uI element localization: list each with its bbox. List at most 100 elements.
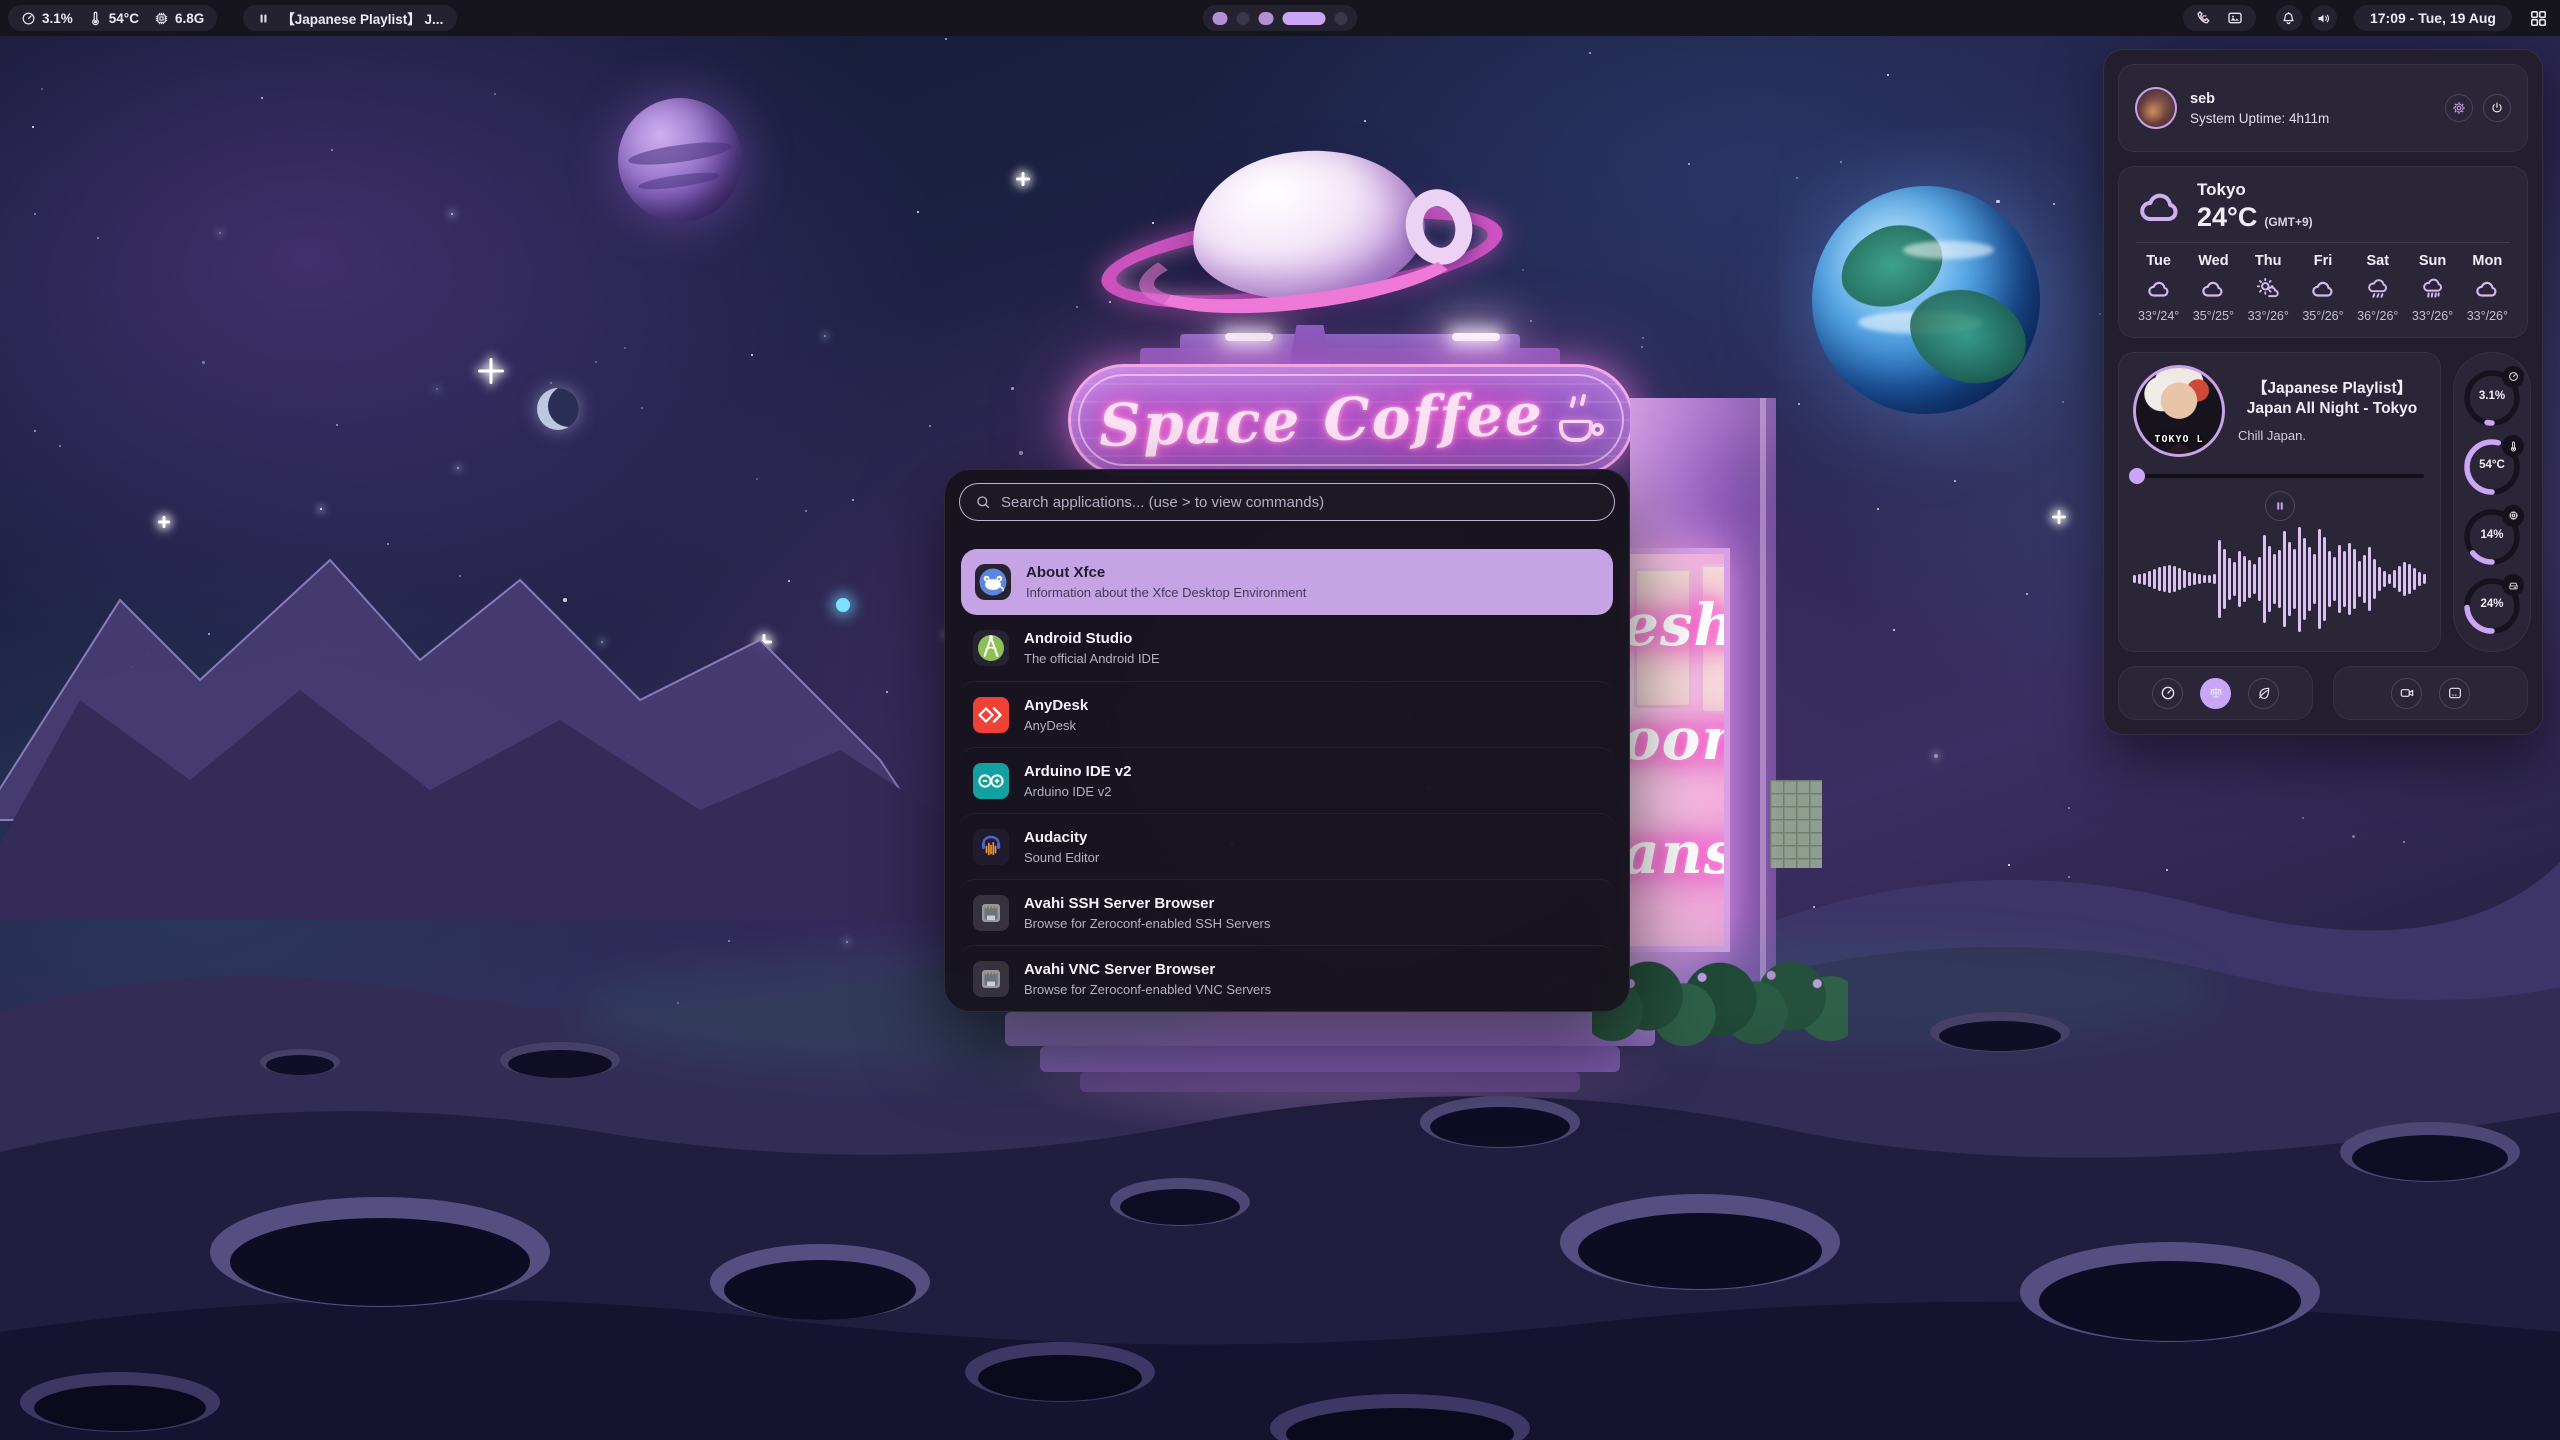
android-studio-icon — [973, 630, 1009, 666]
app-row[interactable]: Arduino IDE v2 Arduino IDE v2 — [959, 747, 1615, 813]
leaf-icon — [2256, 685, 2272, 701]
speedometer-icon — [2160, 685, 2176, 701]
screen-record-button[interactable] — [2391, 678, 2422, 709]
app-row[interactable]: About XfceInformation about the Xfce Des… — [961, 549, 1613, 615]
system-stats-pill: 3.1%54°C6.8G — [8, 5, 217, 31]
power-button[interactable] — [2483, 94, 2511, 122]
network-icon — [973, 895, 1009, 931]
app-description: Arduino IDE v2 — [1024, 784, 1132, 799]
forecast-temps: 35°/26° — [2302, 309, 2343, 323]
app-description: The official Android IDE — [1024, 651, 1160, 666]
pause-icon — [257, 12, 270, 25]
chip-icon — [2502, 505, 2524, 527]
cloud-icon — [2146, 276, 2172, 302]
gear-icon — [2452, 101, 2466, 115]
forecast-day-label: Wed — [2198, 253, 2228, 269]
track-artist: Chill Japan. — [2238, 428, 2426, 443]
app-title: Avahi SSH Server Browser — [1024, 895, 1270, 912]
notifications-button[interactable] — [2276, 5, 2302, 31]
now-playing-pill[interactable]: 【Japanese Playlist】 J... — [243, 5, 457, 31]
app-title: Arduino IDE v2 — [1024, 763, 1132, 780]
forecast-day: Sun33°/26° — [2412, 253, 2453, 323]
power-profile-card — [2118, 666, 2313, 720]
seek-bar[interactable] — [2133, 468, 2426, 484]
top-bar: 3.1%54°C6.8G 【Japanese Playlist】 J... 17… — [0, 0, 2560, 36]
forecast-day: Fri 35°/26° — [2302, 253, 2343, 323]
partly-sunny-icon — [2255, 276, 2281, 302]
workspace-switcher[interactable] — [1203, 5, 1358, 31]
phone-link-icon[interactable] — [2196, 10, 2212, 26]
forecast-day-label: Fri — [2314, 253, 2333, 269]
showers-icon — [2420, 276, 2446, 302]
album-art-text: TOKYO L — [2136, 434, 2222, 445]
system-uptime: System Uptime: 4h11m — [2190, 111, 2445, 126]
volume-button[interactable] — [2311, 5, 2337, 31]
video-camera-icon — [2399, 685, 2415, 701]
scales-icon — [2208, 685, 2224, 701]
app-description: Browse for Zeroconf-enabled VNC Servers — [1024, 982, 1271, 997]
settings-button[interactable] — [2445, 94, 2473, 122]
track-title: 【Japanese Playlist】 Japan All Night - To… — [2238, 379, 2426, 419]
forecast-temps: 33°/26° — [2248, 309, 2289, 323]
search-input[interactable] — [1001, 494, 1599, 511]
workspace-dot-1[interactable] — [1213, 12, 1228, 25]
media-player-widget: TOKYO L 【Japanese Playlist】 Japan All Ni… — [2118, 352, 2441, 652]
cloud-icon — [2200, 276, 2226, 302]
gauge-memory-usage: 14% — [2463, 508, 2521, 566]
now-playing-label: 【Japanese Playlist】 J... — [281, 8, 443, 28]
app-title: Avahi VNC Server Browser — [1024, 961, 1271, 978]
wallpaper-icon[interactable] — [2227, 10, 2243, 26]
seek-track — [2135, 474, 2424, 478]
search-icon — [975, 494, 991, 510]
app-title: Audacity — [1024, 829, 1099, 846]
gauge-value: 24% — [2463, 598, 2521, 610]
cloud-icon — [2310, 276, 2336, 302]
speedometer-icon — [2502, 366, 2524, 388]
seek-knob[interactable] — [2129, 468, 2145, 484]
workspace-dot-3[interactable] — [1259, 12, 1274, 25]
weather-widget: Tokyo 24°C (GMT+9) Tue33°/24°Wed35°/25°T… — [2118, 166, 2528, 338]
bell-icon — [2281, 11, 2296, 26]
weather-timezone: (GMT+9) — [2264, 215, 2312, 229]
divider — [2136, 242, 2510, 243]
tray-pill[interactable] — [2183, 5, 2256, 31]
workspace-dot-4[interactable] — [1283, 12, 1326, 25]
username: seb — [2190, 91, 2445, 107]
screenshot-icon — [2447, 685, 2463, 701]
avatar — [2135, 87, 2177, 129]
app-row[interactable]: Avahi VNC Server Browser Browse for Zeroc… — [959, 945, 1615, 1011]
workspace-dot-2[interactable] — [1237, 12, 1250, 25]
forecast-day: Wed35°/25° — [2193, 253, 2234, 323]
album-art: TOKYO L — [2133, 365, 2225, 457]
app-title: Android Studio — [1024, 630, 1160, 647]
pause-button[interactable] — [2265, 491, 2295, 521]
app-row[interactable]: AudacitySound Editor — [959, 813, 1615, 879]
profile-power-saver-button[interactable] — [2248, 678, 2279, 709]
audacity-icon — [973, 829, 1009, 865]
screenshot-button[interactable] — [2439, 678, 2470, 709]
app-description: Browse for Zeroconf-enabled SSH Servers — [1024, 916, 1270, 931]
app-launcher: About XfceInformation about the Xfce Des… — [944, 469, 1630, 1012]
pause-icon — [2274, 500, 2286, 512]
cloud-icon — [2136, 183, 2184, 231]
app-row[interactable]: Avahi SSH Server Browser Browse for Zeroc… — [959, 879, 1615, 945]
app-description: AnyDesk — [1024, 718, 1088, 733]
cloud-icon — [2474, 276, 2500, 302]
workspace-dot-5[interactable] — [1335, 12, 1348, 25]
profile-performance-button[interactable] — [2152, 678, 2183, 709]
app-row[interactable]: Android Studio The official Android IDE — [959, 615, 1615, 681]
arduino-icon — [973, 763, 1009, 799]
weather-temperature: 24°C — [2197, 202, 2257, 233]
forecast-day: Tue33°/24° — [2138, 253, 2179, 323]
clock[interactable]: 17:09 - Tue, 19 Aug — [2354, 5, 2512, 31]
stat-memory-usage: 6.8G — [154, 11, 204, 26]
network-icon — [973, 961, 1009, 997]
gauge-cpu-temp: 54°C — [2463, 438, 2521, 496]
speedometer-icon — [21, 11, 36, 26]
app-row[interactable]: AnyDeskAnyDesk — [959, 681, 1615, 747]
apps-grid-icon[interactable] — [2529, 9, 2548, 28]
weather-city: Tokyo — [2197, 180, 2313, 200]
profile-balanced-button[interactable] — [2200, 678, 2231, 709]
search-bar[interactable] — [959, 483, 1615, 521]
gauge-disk-usage: 24% — [2463, 577, 2521, 635]
